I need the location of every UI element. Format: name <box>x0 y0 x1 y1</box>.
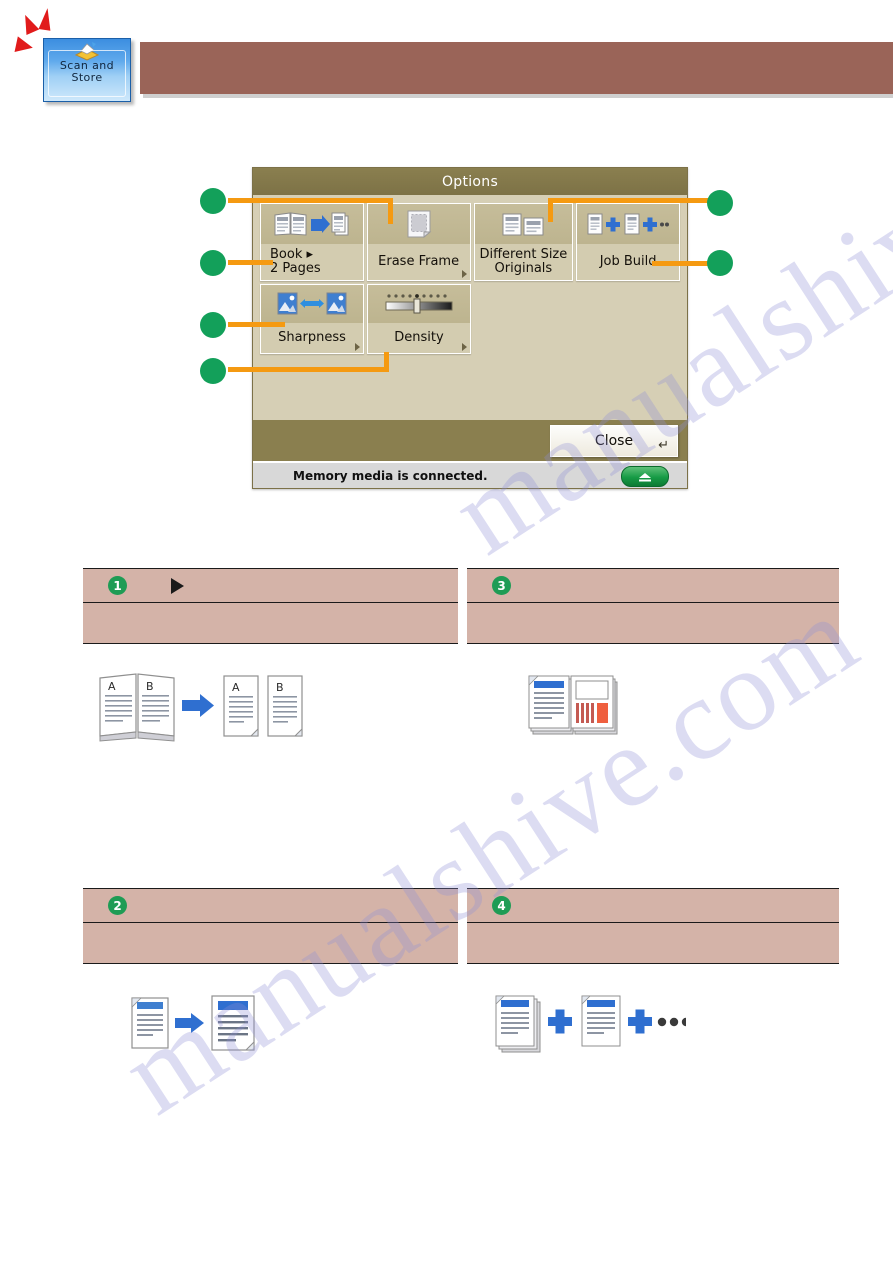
play-arrow-icon <box>171 577 184 594</box>
callout-marker-sharpness <box>200 312 226 338</box>
option-button-label: Book ▸ 2 Pages <box>270 247 321 276</box>
header-bar-shadow <box>143 94 893 98</box>
leader-line-job-build <box>652 261 710 266</box>
header-bar <box>140 42 893 94</box>
options-row-2: Sharpness Density <box>260 284 680 354</box>
leader-line-different-size-v <box>548 198 553 222</box>
option-button-erase-frame[interactable]: Erase Frame <box>366 203 471 281</box>
step-number-badge: 1 <box>108 576 127 595</box>
option-button-density[interactable]: Density <box>367 284 471 354</box>
step-number-badge: 3 <box>492 576 511 595</box>
leader-line-different-size <box>548 198 708 203</box>
submenu-arrow-icon <box>355 343 360 351</box>
description-body-row <box>467 603 839 643</box>
panel-footer: Close ↵ <box>253 420 687 462</box>
return-arrow-icon: ↵ <box>658 438 669 453</box>
description-table: 3 <box>467 568 839 644</box>
scan-and-store-label: Scan and Store <box>59 59 115 84</box>
eject-icon <box>639 472 651 481</box>
options-grid: Book ▸ 2 Pages Erase Frame Different Siz… <box>253 195 687 420</box>
step-number-badge: 4 <box>492 896 511 915</box>
density-slider-icon <box>368 285 470 323</box>
description-table: 1 <box>83 568 458 644</box>
different-size-originals-icon <box>474 204 573 244</box>
submenu-arrow-icon <box>462 343 467 351</box>
description-header-row: 4 <box>467 889 839 923</box>
red-accent-icon <box>14 36 35 56</box>
eject-button[interactable] <box>621 466 669 487</box>
callout-marker-book <box>200 250 226 276</box>
leader-line-density <box>228 367 389 372</box>
leader-line-erase-frame <box>228 198 393 203</box>
sharpness-illustration <box>130 992 266 1059</box>
svg-text:B: B <box>146 680 154 693</box>
erase-frame-icon <box>367 204 470 244</box>
svg-text:A: A <box>108 680 116 693</box>
option-button-job-build[interactable]: Job Build <box>576 203 680 281</box>
leader-line-sharpness <box>228 322 285 327</box>
book-to-two-pages-icon <box>261 204 363 244</box>
status-message: Memory media is connected. <box>293 468 488 483</box>
status-bar: Memory media is connected. <box>253 461 687 488</box>
option-button-label: Erase Frame <box>378 254 460 269</box>
callout-marker-erase-frame <box>200 188 226 214</box>
description-block-4: 4 <box>467 888 839 964</box>
description-header-row: 2 <box>83 889 458 923</box>
description-header-row: 3 <box>467 569 839 603</box>
leader-line-density-v <box>384 352 389 372</box>
option-button-sharpness[interactable]: Sharpness <box>260 284 364 354</box>
red-accent-icon <box>18 11 40 36</box>
callout-marker-different-size <box>707 190 733 216</box>
red-accent-icon <box>38 7 54 31</box>
sharpness-icon <box>261 285 363 323</box>
svg-text:B: B <box>276 681 284 694</box>
option-button-book-2-pages[interactable]: Book ▸ 2 Pages <box>260 203 364 281</box>
panel-title: Options <box>253 168 687 195</box>
different-size-originals-illustration <box>527 672 619 743</box>
job-build-illustration <box>492 990 691 1061</box>
description-body-row <box>83 923 458 963</box>
description-header-row: 1 <box>83 569 458 603</box>
submenu-arrow-icon <box>461 270 467 278</box>
description-table: 4 <box>467 888 839 964</box>
leader-line-book <box>228 260 273 265</box>
book-to-two-pages-illustration: A B A B <box>96 668 308 751</box>
step-number-badge: 2 <box>108 896 127 915</box>
svg-text:A: A <box>232 681 240 694</box>
option-button-label: Density <box>394 330 444 345</box>
options-panel: Options Book ▸ 2 Pages Erase Frame Diffe… <box>252 167 688 489</box>
callout-marker-job-build <box>707 250 733 276</box>
option-button-label: Sharpness <box>278 330 346 345</box>
option-button-different-size-originals[interactable]: Different Size Originals <box>473 203 574 281</box>
close-button-label: Close <box>594 433 634 449</box>
description-body-row <box>467 923 839 963</box>
callout-marker-density <box>200 358 226 384</box>
option-button-label: Different Size Originals <box>479 247 568 276</box>
leader-line-erase-frame-v <box>388 198 393 224</box>
description-block-3: 3 <box>467 568 839 644</box>
description-block-1: 1 <box>83 568 458 644</box>
scan-and-store-icon[interactable]: Scan and Store <box>43 38 131 102</box>
description-body-row <box>83 603 458 643</box>
options-row-1: Book ▸ 2 Pages Erase Frame Different Siz… <box>260 203 680 281</box>
job-build-icon <box>577 204 679 244</box>
description-table: 2 <box>83 888 458 964</box>
close-button[interactable]: Close ↵ <box>550 425 678 457</box>
description-block-2: 2 <box>83 888 458 964</box>
